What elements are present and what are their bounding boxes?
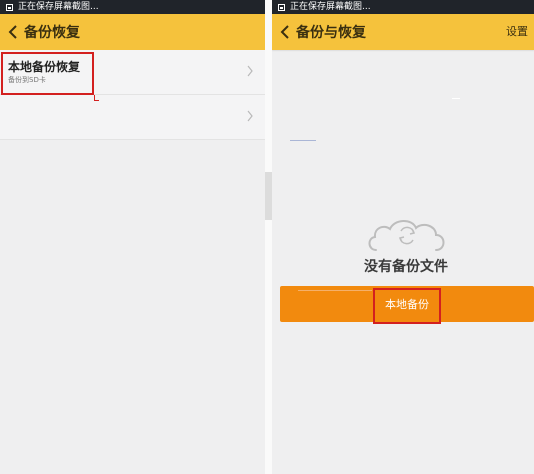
- status-bar: 正在保存屏幕截图...: [0, 0, 265, 14]
- back-arrow-icon: [8, 25, 17, 39]
- empty-state-text: 没有备份文件: [364, 259, 448, 275]
- divider: [265, 0, 272, 474]
- highlight-box-local-backup: [373, 288, 441, 324]
- back-arrow-icon: [280, 25, 289, 39]
- list-item-second[interactable]: [0, 95, 265, 140]
- title-bar: 备份恢复: [0, 14, 265, 50]
- divider-dash: [452, 98, 460, 99]
- status-text: 正在保存屏幕截图...: [18, 2, 99, 12]
- page-title: 备份恢复: [24, 25, 80, 41]
- settings-link[interactable]: 设置: [506, 14, 528, 50]
- back-button[interactable]: [2, 14, 24, 50]
- title-bar: 备份与恢复 设置: [272, 14, 534, 50]
- page-title: 备份与恢复: [296, 25, 366, 41]
- status-text: 正在保存屏幕截图...: [290, 2, 371, 12]
- status-bar: 正在保存屏幕截图...: [272, 0, 534, 14]
- divider-line: [290, 140, 316, 141]
- highlight-box-local-restore: [1, 52, 94, 95]
- back-button[interactable]: [274, 14, 296, 50]
- chevron-right-icon: [247, 65, 253, 77]
- screenshot-icon: [278, 3, 285, 11]
- cloud-sync-icon: [368, 220, 445, 251]
- button-artifact-line: [298, 290, 372, 291]
- chevron-right-icon: [247, 110, 253, 122]
- screenshot-icon: [6, 3, 13, 11]
- highlight-mark: [94, 95, 99, 101]
- divider-notch: [265, 172, 272, 220]
